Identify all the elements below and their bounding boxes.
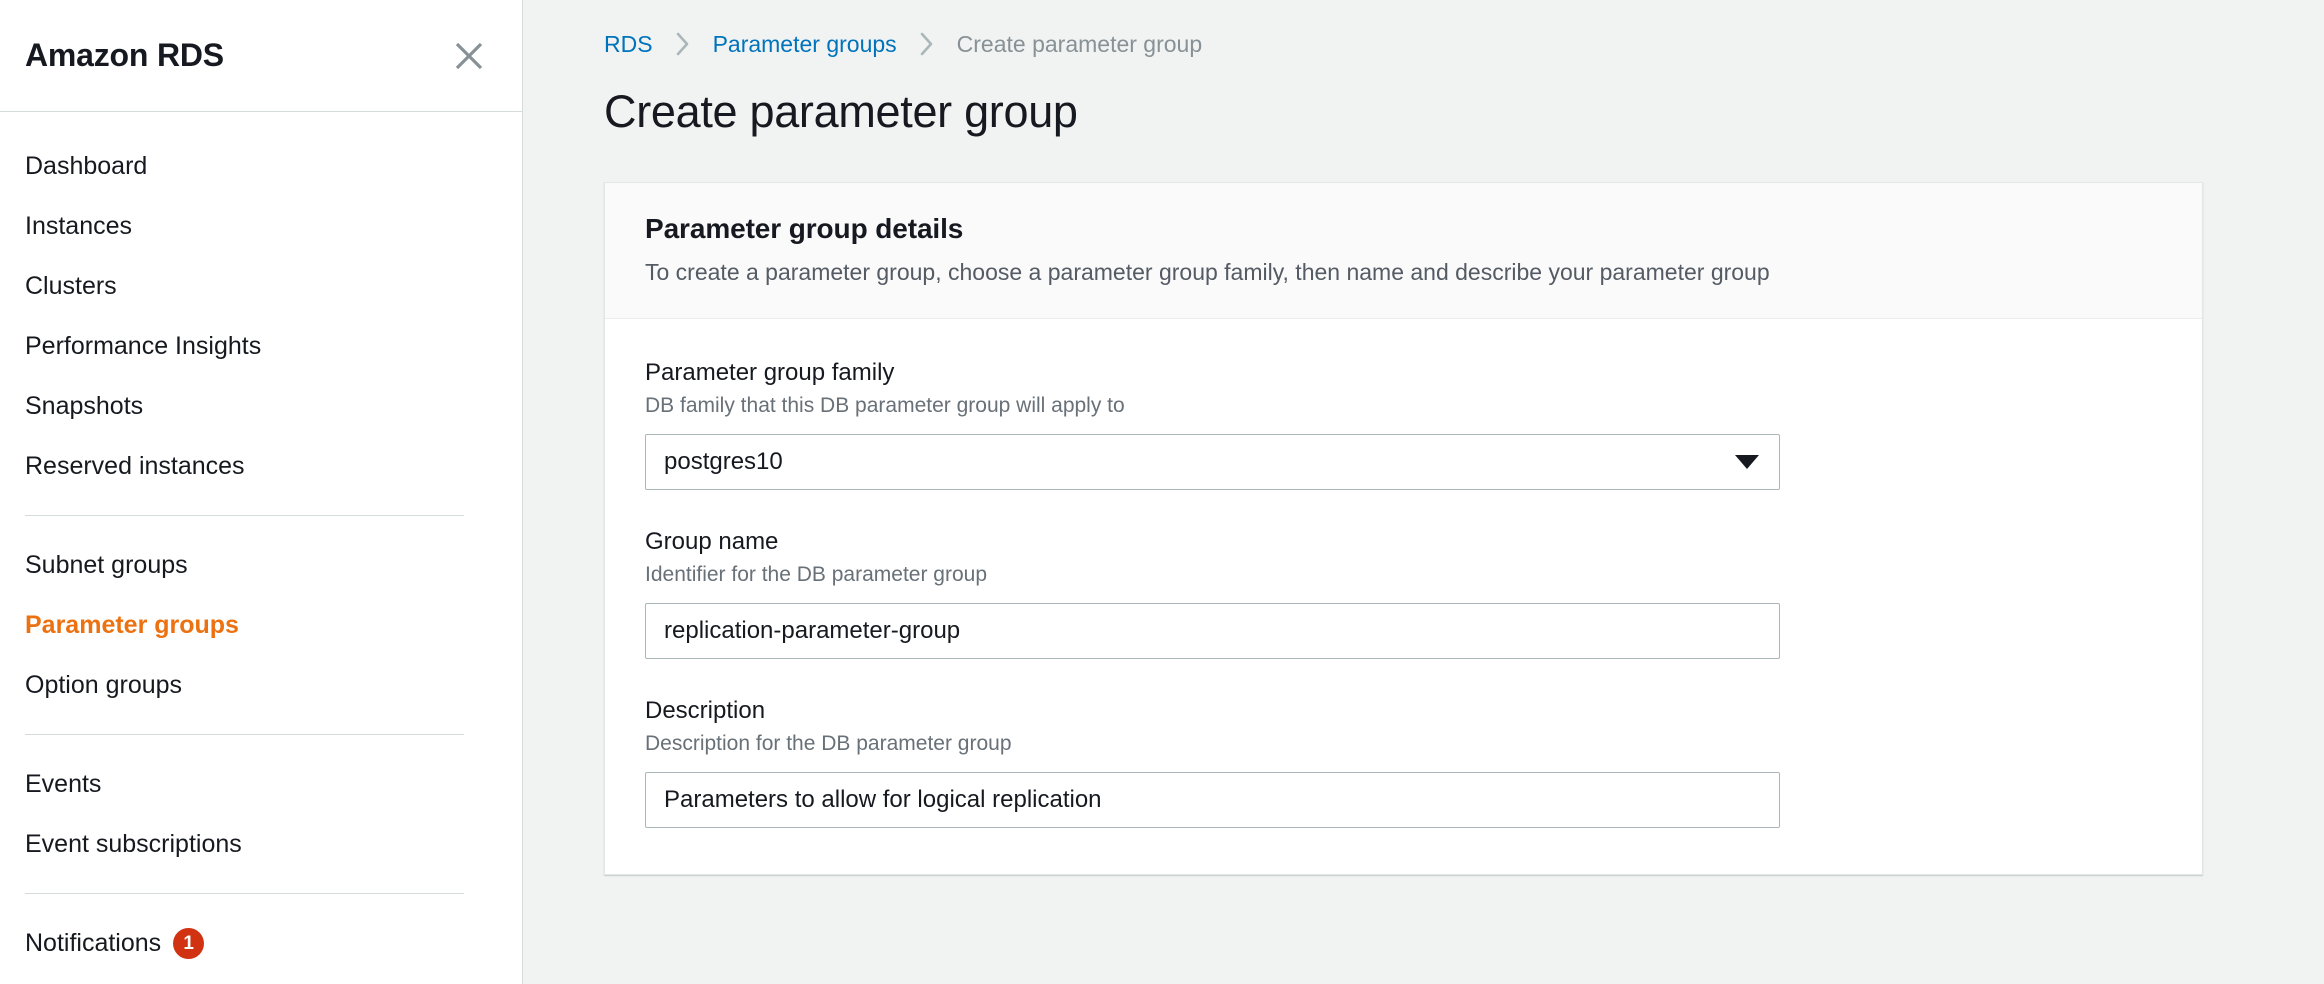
- breadcrumb-item-parameter-groups[interactable]: Parameter groups: [713, 31, 897, 58]
- sidebar-group-events: Events Event subscriptions: [0, 754, 522, 874]
- sidebar-item-notifications[interactable]: Notifications 1: [0, 913, 522, 973]
- sidebar-group-groups: Subnet groups Parameter groups Option gr…: [0, 535, 522, 715]
- sidebar-item-label: Snapshots: [25, 392, 143, 421]
- sidebar-item-label: Parameter groups: [25, 611, 239, 640]
- notifications-badge: 1: [173, 928, 204, 959]
- breadcrumb: RDS Parameter groups Create parameter gr…: [523, 0, 2324, 44]
- sidebar-item-label: Dashboard: [25, 152, 147, 181]
- field-group-name: Group name Identifier for the DB paramet…: [645, 528, 2162, 659]
- sidebar-item-performance-insights[interactable]: Performance Insights: [0, 316, 522, 376]
- sidebar-item-label: Clusters: [25, 272, 117, 301]
- sidebar-item-label: Subnet groups: [25, 551, 188, 580]
- sidebar-group-notifications: Notifications 1: [0, 913, 522, 973]
- field-description: Description Description for the DB param…: [645, 697, 2162, 828]
- sidebar-item-event-subscriptions[interactable]: Event subscriptions: [0, 814, 522, 874]
- sidebar-title: Amazon RDS: [25, 37, 224, 74]
- sidebar-item-label: Events: [25, 770, 101, 799]
- sidebar-item-reserved-instances[interactable]: Reserved instances: [0, 436, 522, 496]
- card-header: Parameter group details To create a para…: [605, 183, 2202, 319]
- group-name-input[interactable]: replication-parameter-group: [664, 617, 960, 645]
- sidebar-item-events[interactable]: Events: [0, 754, 522, 814]
- description-input[interactable]: Parameters to allow for logical replicat…: [664, 786, 1102, 814]
- sidebar-item-snapshots[interactable]: Snapshots: [0, 376, 522, 436]
- description-input-wrapper[interactable]: Parameters to allow for logical replicat…: [645, 772, 1780, 828]
- sidebar-item-label: Performance Insights: [25, 332, 261, 361]
- sidebar-item-label: Option groups: [25, 671, 182, 700]
- group-name-input-wrapper[interactable]: replication-parameter-group: [645, 603, 1780, 659]
- sidebar-item-instances[interactable]: Instances: [0, 196, 522, 256]
- parameter-group-details-card: Parameter group details To create a para…: [604, 182, 2203, 875]
- field-description-hint: Description for the DB parameter group: [645, 732, 2162, 756]
- sidebar-header: Amazon RDS: [0, 0, 522, 112]
- field-description: Identifier for the DB parameter group: [645, 563, 2162, 587]
- sidebar-group-primary: Dashboard Instances Clusters Performance…: [0, 136, 522, 496]
- page-title: Create parameter group: [523, 44, 2324, 138]
- parameter-group-family-select[interactable]: postgres10: [645, 434, 1780, 490]
- sidebar: Amazon RDS Dashboard Instances Clusters: [0, 0, 523, 984]
- sidebar-item-label: Instances: [25, 212, 132, 241]
- field-description: DB family that this DB parameter group w…: [645, 394, 2162, 418]
- sidebar-item-label: Reserved instances: [25, 452, 245, 481]
- close-icon[interactable]: [452, 39, 486, 73]
- sidebar-nav: Dashboard Instances Clusters Performance…: [0, 112, 522, 973]
- select-value: postgres10: [664, 448, 783, 476]
- field-label: Parameter group family: [645, 359, 2162, 387]
- sidebar-divider: [25, 734, 464, 735]
- sidebar-item-clusters[interactable]: Clusters: [0, 256, 522, 316]
- card-heading: Parameter group details: [645, 213, 2162, 245]
- sidebar-item-label: Notifications: [25, 929, 161, 958]
- app-root: Amazon RDS Dashboard Instances Clusters: [0, 0, 2324, 984]
- sidebar-item-subnet-groups[interactable]: Subnet groups: [0, 535, 522, 595]
- sidebar-item-parameter-groups[interactable]: Parameter groups: [0, 595, 522, 655]
- field-parameter-group-family: Parameter group family DB family that th…: [645, 359, 2162, 490]
- card-body: Parameter group family DB family that th…: [605, 319, 2202, 874]
- sidebar-divider: [25, 893, 464, 894]
- breadcrumb-item-current: Create parameter group: [957, 31, 1202, 58]
- chevron-right-icon: [919, 31, 935, 57]
- main-content: RDS Parameter groups Create parameter gr…: [523, 0, 2324, 984]
- field-label: Description: [645, 697, 2162, 725]
- card-description: To create a parameter group, choose a pa…: [645, 259, 2162, 286]
- chevron-right-icon: [675, 31, 691, 57]
- chevron-down-icon: [1735, 455, 1759, 469]
- sidebar-item-dashboard[interactable]: Dashboard: [0, 136, 522, 196]
- breadcrumb-item-rds[interactable]: RDS: [604, 31, 653, 58]
- field-label: Group name: [645, 528, 2162, 556]
- sidebar-item-label: Event subscriptions: [25, 830, 242, 859]
- sidebar-item-option-groups[interactable]: Option groups: [0, 655, 522, 715]
- sidebar-divider: [25, 515, 464, 516]
